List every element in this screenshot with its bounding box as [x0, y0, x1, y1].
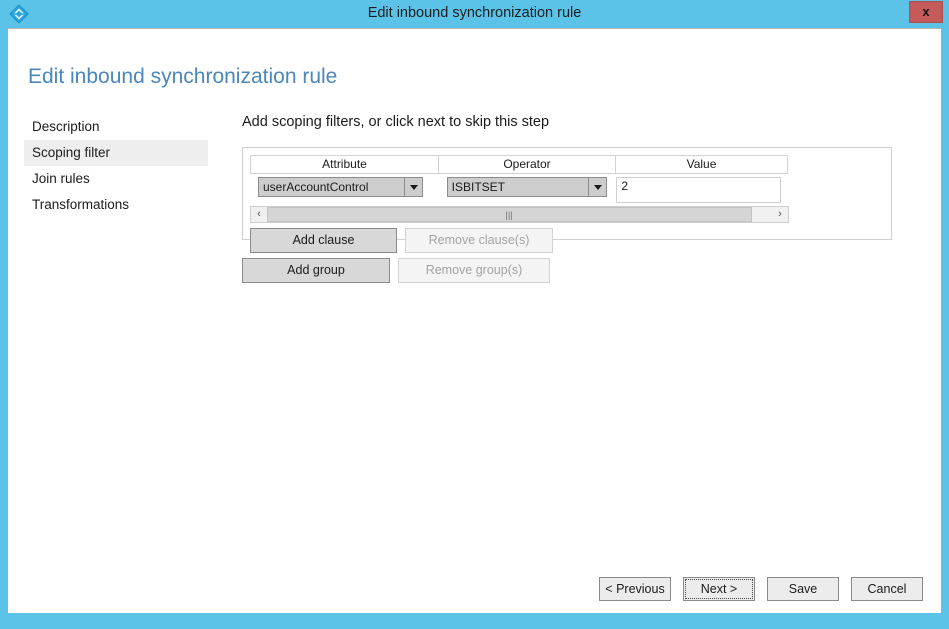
sidebar-item-transformations[interactable]: Transformations [24, 192, 208, 218]
value-input[interactable]: 2 [616, 177, 781, 203]
dialog-client-area: Edit inbound synchronization rule Descri… [8, 28, 941, 613]
grid-header-row: Attribute Operator Value [250, 155, 789, 174]
page-title: Edit inbound synchronization rule [28, 65, 337, 89]
main-pane: Add scoping filters, or click next to sk… [234, 114, 914, 146]
table-row: userAccountControl ISBITSET 2 [250, 174, 789, 203]
sidebar-item-description[interactable]: Description [24, 114, 208, 140]
save-button[interactable]: Save [767, 577, 839, 601]
title-bar: Edit inbound synchronization rule x [0, 0, 949, 28]
next-button[interactable]: Next > [683, 577, 755, 601]
scrollbar-thumb[interactable]: ||| [267, 207, 752, 222]
grid-horizontal-scrollbar[interactable]: ‹ ||| › [250, 206, 789, 223]
add-group-button[interactable]: Add group [242, 258, 390, 283]
chevron-down-icon[interactable] [404, 178, 422, 196]
chevron-down-icon[interactable] [588, 178, 606, 196]
cell-operator: ISBITSET [439, 177, 617, 197]
dialog-window: Edit inbound synchronization rule x Edit… [0, 0, 949, 629]
add-clause-button[interactable]: Add clause [250, 228, 397, 253]
clause-button-row: Add clause Remove clause(s) [250, 228, 553, 253]
scrollbar-track[interactable]: ||| [267, 207, 772, 222]
cell-attribute: userAccountControl [250, 177, 439, 197]
window-title: Edit inbound synchronization rule [0, 4, 949, 23]
cancel-button[interactable]: Cancel [851, 577, 923, 601]
group-button-row: Add group Remove group(s) [242, 258, 550, 283]
scroll-right-arrow-icon[interactable]: › [772, 207, 788, 222]
instruction-text: Add scoping filters, or click next to sk… [242, 114, 914, 130]
scroll-left-arrow-icon[interactable]: ‹ [251, 207, 267, 222]
cell-value: 2 [616, 177, 789, 203]
attribute-dropdown[interactable]: userAccountControl [258, 177, 423, 197]
column-header-attribute[interactable]: Attribute [250, 155, 439, 174]
remove-clause-button: Remove clause(s) [405, 228, 553, 253]
dialog-footer: < Previous Next > Save Cancel [8, 577, 941, 601]
close-button[interactable]: x [909, 1, 943, 23]
sidebar-item-scoping-filter[interactable]: Scoping filter [24, 140, 208, 166]
column-header-value[interactable]: Value [615, 155, 788, 174]
previous-button[interactable]: < Previous [599, 577, 671, 601]
remove-group-button: Remove group(s) [398, 258, 550, 283]
sidebar-item-join-rules[interactable]: Join rules [24, 166, 208, 192]
clause-group-box: Attribute Operator Value userAccountCont… [242, 147, 892, 240]
attribute-dropdown-value: userAccountControl [263, 178, 402, 196]
operator-dropdown[interactable]: ISBITSET [447, 177, 607, 197]
scrollbar-grip-icon: ||| [506, 211, 513, 220]
scoping-filter-grid: Attribute Operator Value userAccountCont… [250, 155, 789, 203]
operator-dropdown-value: ISBITSET [452, 178, 586, 196]
wizard-step-nav: Description Scoping filter Join rules Tr… [24, 114, 208, 218]
column-header-operator[interactable]: Operator [438, 155, 616, 174]
